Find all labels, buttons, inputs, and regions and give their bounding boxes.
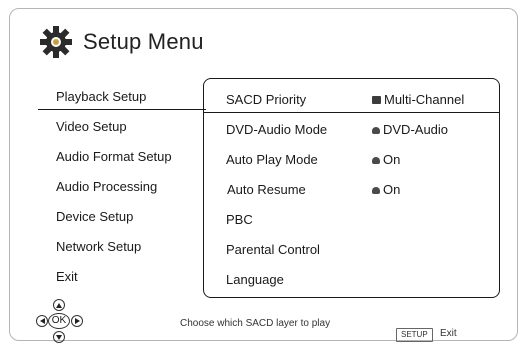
- setup-key-icon: SETUP: [396, 328, 433, 342]
- disc-icon: [372, 126, 380, 134]
- menu-item-video-setup[interactable]: Video Setup: [18, 112, 204, 142]
- setting-label: DVD-Audio Mode: [226, 122, 328, 137]
- help-hint: Choose which SACD layer to play: [180, 318, 331, 329]
- setting-value-text: On: [383, 152, 401, 167]
- header: Setup Menu: [39, 24, 204, 60]
- arrow-up-icon: [53, 299, 65, 311]
- setting-value-text: On: [383, 182, 401, 197]
- setting-value-text: Multi-Channel: [384, 92, 465, 107]
- menu-item-device-setup[interactable]: Device Setup: [18, 202, 204, 232]
- setting-row-auto-play-mode[interactable]: Auto Play Mode On: [204, 145, 499, 175]
- menu-item-playback-setup[interactable]: Playback Setup: [18, 82, 206, 112]
- setting-value-text: DVD-Audio: [383, 122, 449, 137]
- setting-label: Auto Play Mode: [226, 152, 318, 167]
- setting-row-auto-resume[interactable]: Auto Resume On: [204, 175, 499, 205]
- arrow-left-icon: [36, 315, 48, 327]
- navigation-keys-hint: OK: [36, 298, 100, 346]
- menu-item-label: Network Setup: [56, 239, 142, 254]
- menu-item-label: Playback Setup: [56, 89, 147, 104]
- menu-item-network-setup[interactable]: Network Setup: [18, 232, 204, 262]
- setting-row-pbc[interactable]: PBC: [204, 205, 499, 235]
- disc-icon: [372, 186, 380, 194]
- setting-value: On: [372, 145, 400, 175]
- setting-value: On: [372, 175, 400, 205]
- menu-item-label: Exit: [56, 269, 78, 284]
- setting-row-parental-control[interactable]: Parental Control: [204, 235, 499, 265]
- menu-item-audio-processing[interactable]: Audio Processing: [18, 172, 204, 202]
- ok-key-icon: OK: [48, 313, 70, 329]
- setting-row-sacd-priority[interactable]: SACD Priority Multi-Channel: [204, 85, 499, 115]
- menu-item-exit[interactable]: Exit: [18, 262, 204, 292]
- setting-label: PBC: [226, 212, 253, 227]
- playback-setup-panel: SACD Priority Multi-Channel DVD-Audio Mo…: [203, 78, 500, 298]
- disc-icon: [372, 156, 380, 164]
- setting-value: DVD-Audio: [372, 115, 448, 145]
- setting-value: Multi-Channel: [372, 85, 464, 115]
- arrow-right-icon: [71, 315, 83, 327]
- setting-label: SACD Priority: [226, 92, 307, 107]
- settings-category-menu: Playback Setup Video Setup Audio Format …: [18, 82, 206, 292]
- setting-label: Language: [226, 272, 284, 287]
- setting-row-language[interactable]: Language: [204, 265, 499, 295]
- setting-label: Auto Resume: [227, 182, 306, 197]
- arrow-down-icon: [53, 331, 65, 343]
- menu-item-label: Video Setup: [56, 119, 127, 134]
- menu-item-label: Device Setup: [56, 209, 134, 224]
- setting-label: Parental Control: [226, 242, 320, 257]
- exit-hint-label: Exit: [440, 328, 457, 339]
- setting-row-dvd-audio-mode[interactable]: DVD-Audio Mode DVD-Audio: [204, 115, 499, 145]
- menu-item-audio-format-setup[interactable]: Audio Format Setup: [18, 142, 204, 172]
- menu-item-label: Audio Processing: [56, 179, 158, 194]
- multichannel-icon: [372, 96, 381, 104]
- gear-icon: [40, 26, 72, 58]
- menu-item-label: Audio Format Setup: [56, 149, 172, 164]
- page-title: Setup Menu: [83, 29, 204, 54]
